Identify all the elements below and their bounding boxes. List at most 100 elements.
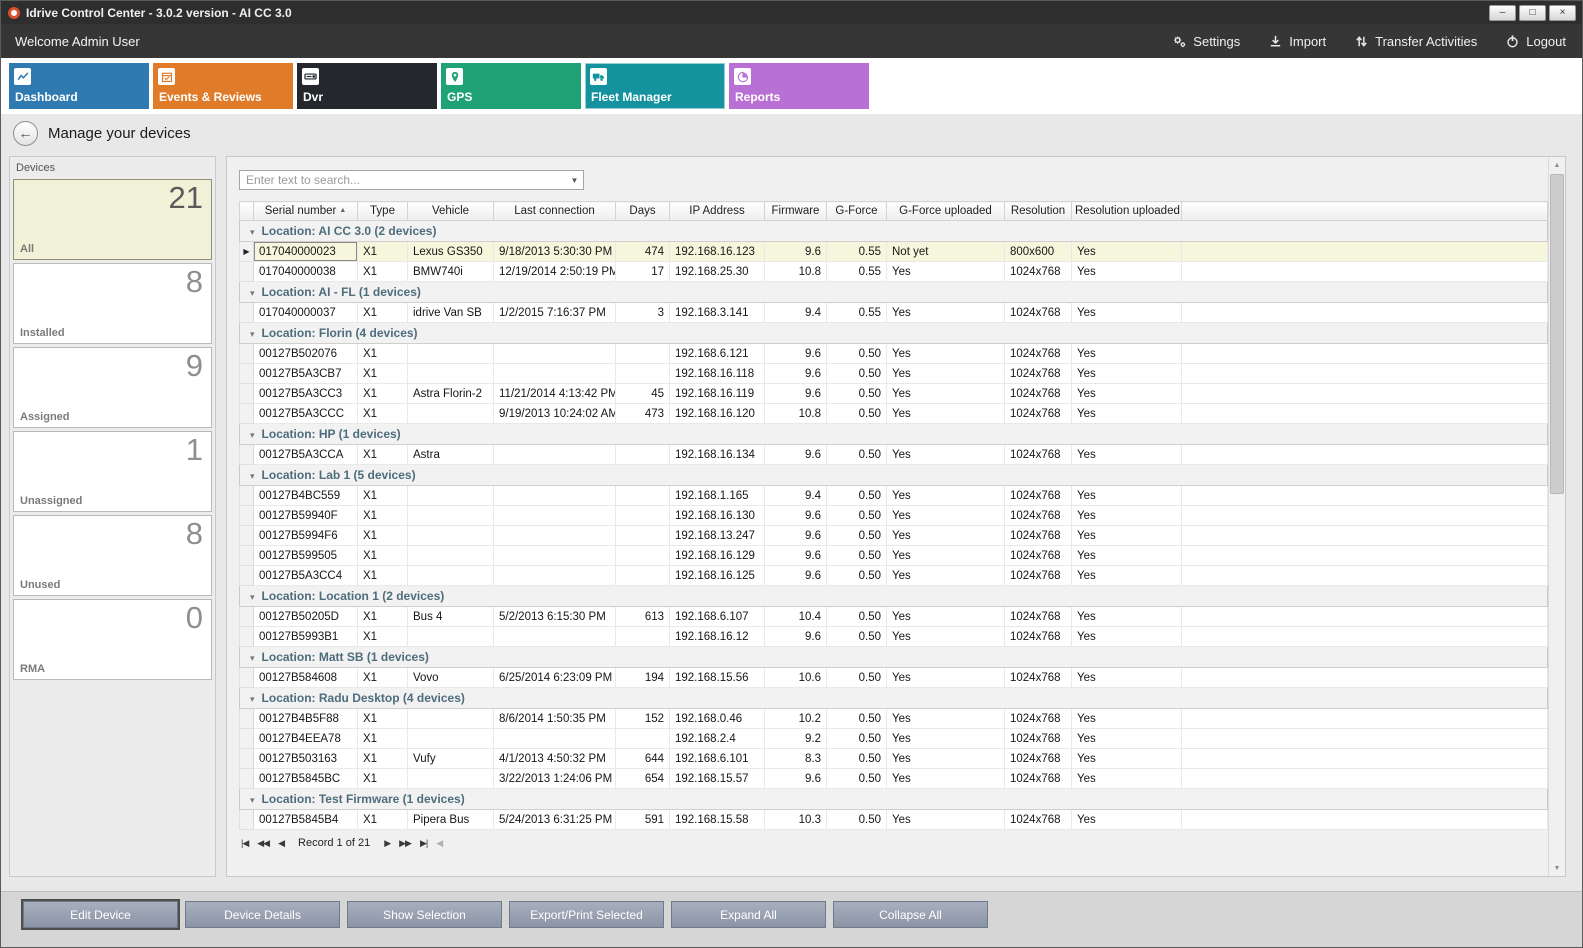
pager-prev-button-1[interactable]: ◀◀ bbox=[257, 838, 269, 849]
column-header-vehicle[interactable]: Vehicle bbox=[408, 202, 494, 221]
collapse-group-icon[interactable]: ▾ bbox=[250, 329, 255, 339]
collapse-group-icon[interactable]: ▾ bbox=[250, 795, 255, 805]
back-button[interactable]: ← bbox=[13, 121, 38, 146]
minimize-button[interactable]: – bbox=[1489, 5, 1516, 21]
device-row[interactable]: 00127B5A3CB7X1192.168.16.1189.60.50Yes10… bbox=[240, 364, 1548, 384]
tab-gps[interactable]: GPS bbox=[441, 63, 581, 109]
column-header-resolution-uploaded[interactable]: Resolution uploaded bbox=[1072, 202, 1182, 221]
location-group-row[interactable]: ▾Location: AI - FL (1 devices) bbox=[240, 282, 1548, 303]
device-row[interactable]: 00127B5A3CC3X1Astra Florin-211/21/2014 4… bbox=[240, 384, 1548, 404]
cell-vehicle bbox=[408, 546, 494, 566]
tab-reports[interactable]: Reports bbox=[729, 63, 869, 109]
transfer-activities-button[interactable]: Transfer Activities bbox=[1354, 34, 1477, 49]
device-filter-assigned[interactable]: 9Assigned bbox=[13, 347, 212, 428]
device-row[interactable]: 00127B5A3CCAX1Astra192.168.16.1349.60.50… bbox=[240, 445, 1548, 465]
location-group-row[interactable]: ▾Location: Location 1 (2 devices) bbox=[240, 586, 1548, 607]
row-filler bbox=[1182, 749, 1548, 769]
device-row[interactable]: 00127B502076X1192.168.6.1219.60.50Yes102… bbox=[240, 344, 1548, 364]
pager-next-button-0[interactable]: ▶ bbox=[384, 838, 390, 849]
cell-days: 45 bbox=[616, 384, 670, 404]
column-header-g-force[interactable]: G-Force bbox=[827, 202, 887, 221]
edit-device-button[interactable]: Edit Device bbox=[23, 901, 178, 928]
device-row[interactable]: 00127B5994F6X1192.168.13.2479.60.50Yes10… bbox=[240, 526, 1548, 546]
device-row[interactable]: 017040000038X1BMW740i12/19/2014 2:50:19 … bbox=[240, 262, 1548, 282]
cell-resolution-uploaded: Yes bbox=[1072, 810, 1182, 830]
device-row[interactable]: 00127B4EEA78X1192.168.2.49.20.50Yes1024x… bbox=[240, 729, 1548, 749]
settings-button[interactable]: Settings bbox=[1172, 34, 1240, 49]
collapse-group-icon[interactable]: ▾ bbox=[250, 288, 255, 298]
cell-resolution: 1024x768 bbox=[1005, 445, 1072, 465]
location-group-row[interactable]: ▾Location: Florin (4 devices) bbox=[240, 323, 1548, 344]
device-row[interactable]: 00127B5A3CC4X1192.168.16.1259.60.50Yes10… bbox=[240, 566, 1548, 586]
pager-next-button-2[interactable]: ▶| bbox=[420, 838, 427, 849]
pager-prev-button-0[interactable]: |◀ bbox=[241, 838, 248, 849]
search-input[interactable] bbox=[240, 171, 566, 189]
collapse-group-icon[interactable]: ▾ bbox=[250, 592, 255, 602]
device-row[interactable]: 00127B5845B4X1Pipera Bus5/24/2013 6:31:2… bbox=[240, 810, 1548, 830]
column-header-ip-address[interactable]: IP Address bbox=[670, 202, 765, 221]
device-row[interactable]: 00127B5993B1X1192.168.16.129.60.50Yes102… bbox=[240, 627, 1548, 647]
collapse-group-icon[interactable]: ▾ bbox=[250, 653, 255, 663]
device-filter-rma[interactable]: 0RMA bbox=[13, 599, 212, 680]
row-filler bbox=[1182, 526, 1548, 546]
maximize-button[interactable]: □ bbox=[1519, 5, 1546, 21]
device-row[interactable]: 00127B4B5F88X18/6/2014 1:50:35 PM152192.… bbox=[240, 709, 1548, 729]
pager-next-button-3[interactable]: ◀ bbox=[436, 838, 442, 849]
device-row[interactable]: 00127B599505X1192.168.16.1299.60.50Yes10… bbox=[240, 546, 1548, 566]
column-header-firmware[interactable]: Firmware bbox=[765, 202, 827, 221]
cell-serial: 00127B4B5F88 bbox=[254, 709, 358, 729]
logout-button[interactable]: Logout bbox=[1505, 34, 1566, 49]
location-group-row[interactable]: ▾Location: Matt SB (1 devices) bbox=[240, 647, 1548, 668]
search-dropdown-icon[interactable]: ▼ bbox=[566, 171, 583, 189]
scroll-up-icon[interactable]: ▲ bbox=[1549, 157, 1565, 173]
column-header-last-connection[interactable]: Last connection bbox=[494, 202, 616, 221]
location-group-row[interactable]: ▾Location: HP (1 devices) bbox=[240, 424, 1548, 445]
scroll-down-icon[interactable]: ▼ bbox=[1549, 860, 1565, 876]
scrollbar-thumb[interactable] bbox=[1550, 174, 1564, 494]
export-print-selected-button[interactable]: Export/Print Selected bbox=[509, 901, 664, 928]
device-row[interactable]: 017040000037X1idrive Van SB1/2/2015 7:16… bbox=[240, 303, 1548, 323]
device-filter-unassigned[interactable]: 1Unassigned bbox=[13, 431, 212, 512]
collapse-group-icon[interactable]: ▾ bbox=[250, 430, 255, 440]
search-box[interactable]: ▼ bbox=[239, 170, 584, 190]
device-row[interactable]: 00127B5845BCX13/22/2013 1:24:06 PM654192… bbox=[240, 769, 1548, 789]
location-group-row[interactable]: ▾Location: Test Firmware (1 devices) bbox=[240, 789, 1548, 810]
location-group-row[interactable]: ▾Location: Radu Desktop (4 devices) bbox=[240, 688, 1548, 709]
device-filter-installed[interactable]: 8Installed bbox=[13, 263, 212, 344]
device-row[interactable]: 00127B584608X1Vovo6/25/2014 6:23:09 PM19… bbox=[240, 668, 1548, 688]
tab-dvr[interactable]: Dvr bbox=[297, 63, 437, 109]
expand-all-button[interactable]: Expand All bbox=[671, 901, 826, 928]
tab-fleet-manager[interactable]: Fleet Manager bbox=[585, 63, 725, 109]
column-header-serial-number[interactable]: Serial number▲ bbox=[254, 202, 358, 221]
show-selection-button[interactable]: Show Selection bbox=[347, 901, 502, 928]
tab-events-reviews[interactable]: Events & Reviews bbox=[153, 63, 293, 109]
device-row[interactable]: 00127B50205DX1Bus 45/2/2013 6:15:30 PM61… bbox=[240, 607, 1548, 627]
column-header-days[interactable]: Days bbox=[616, 202, 670, 221]
collapse-group-icon[interactable]: ▾ bbox=[250, 227, 255, 237]
truck-icon bbox=[590, 68, 607, 85]
vertical-scrollbar[interactable]: ▲ ▼ bbox=[1548, 157, 1565, 876]
device-row[interactable]: ▶017040000023X1Lexus GS3509/18/2013 5:30… bbox=[240, 242, 1548, 262]
device-row[interactable]: 00127B59940FX1192.168.16.1309.60.50Yes10… bbox=[240, 506, 1548, 526]
column-header-g-force-uploaded[interactable]: G-Force uploaded bbox=[887, 202, 1005, 221]
close-button[interactable]: × bbox=[1549, 5, 1576, 21]
device-filter-all[interactable]: 21All bbox=[13, 179, 212, 260]
collapse-all-button[interactable]: Collapse All bbox=[833, 901, 988, 928]
device-row[interactable]: 00127B503163X1Vufy4/1/2013 4:50:32 PM644… bbox=[240, 749, 1548, 769]
pager-next-button-1[interactable]: ▶▶ bbox=[399, 838, 411, 849]
location-group-row[interactable]: ▾Location: Lab 1 (5 devices) bbox=[240, 465, 1548, 486]
import-button[interactable]: Import bbox=[1268, 34, 1326, 49]
column-header-type[interactable]: Type bbox=[358, 202, 408, 221]
tab-dashboard[interactable]: Dashboard bbox=[9, 63, 149, 109]
device-details-button[interactable]: Device Details bbox=[185, 901, 340, 928]
cell-gforce: 0.50 bbox=[827, 627, 887, 647]
column-header-resolution[interactable]: Resolution bbox=[1005, 202, 1072, 221]
device-row[interactable]: 00127B4BC559X1192.168.1.1659.40.50Yes102… bbox=[240, 486, 1548, 506]
collapse-group-icon[interactable]: ▾ bbox=[250, 694, 255, 704]
location-group-row[interactable]: ▾Location: AI CC 3.0 (2 devices) bbox=[240, 221, 1548, 242]
pager-prev-button-2[interactable]: ◀ bbox=[278, 838, 284, 849]
cell-gforce: 0.50 bbox=[827, 607, 887, 627]
collapse-group-icon[interactable]: ▾ bbox=[250, 471, 255, 481]
device-filter-unused[interactable]: 8Unused bbox=[13, 515, 212, 596]
device-row[interactable]: 00127B5A3CCCX19/19/2013 10:24:02 AM47319… bbox=[240, 404, 1548, 424]
